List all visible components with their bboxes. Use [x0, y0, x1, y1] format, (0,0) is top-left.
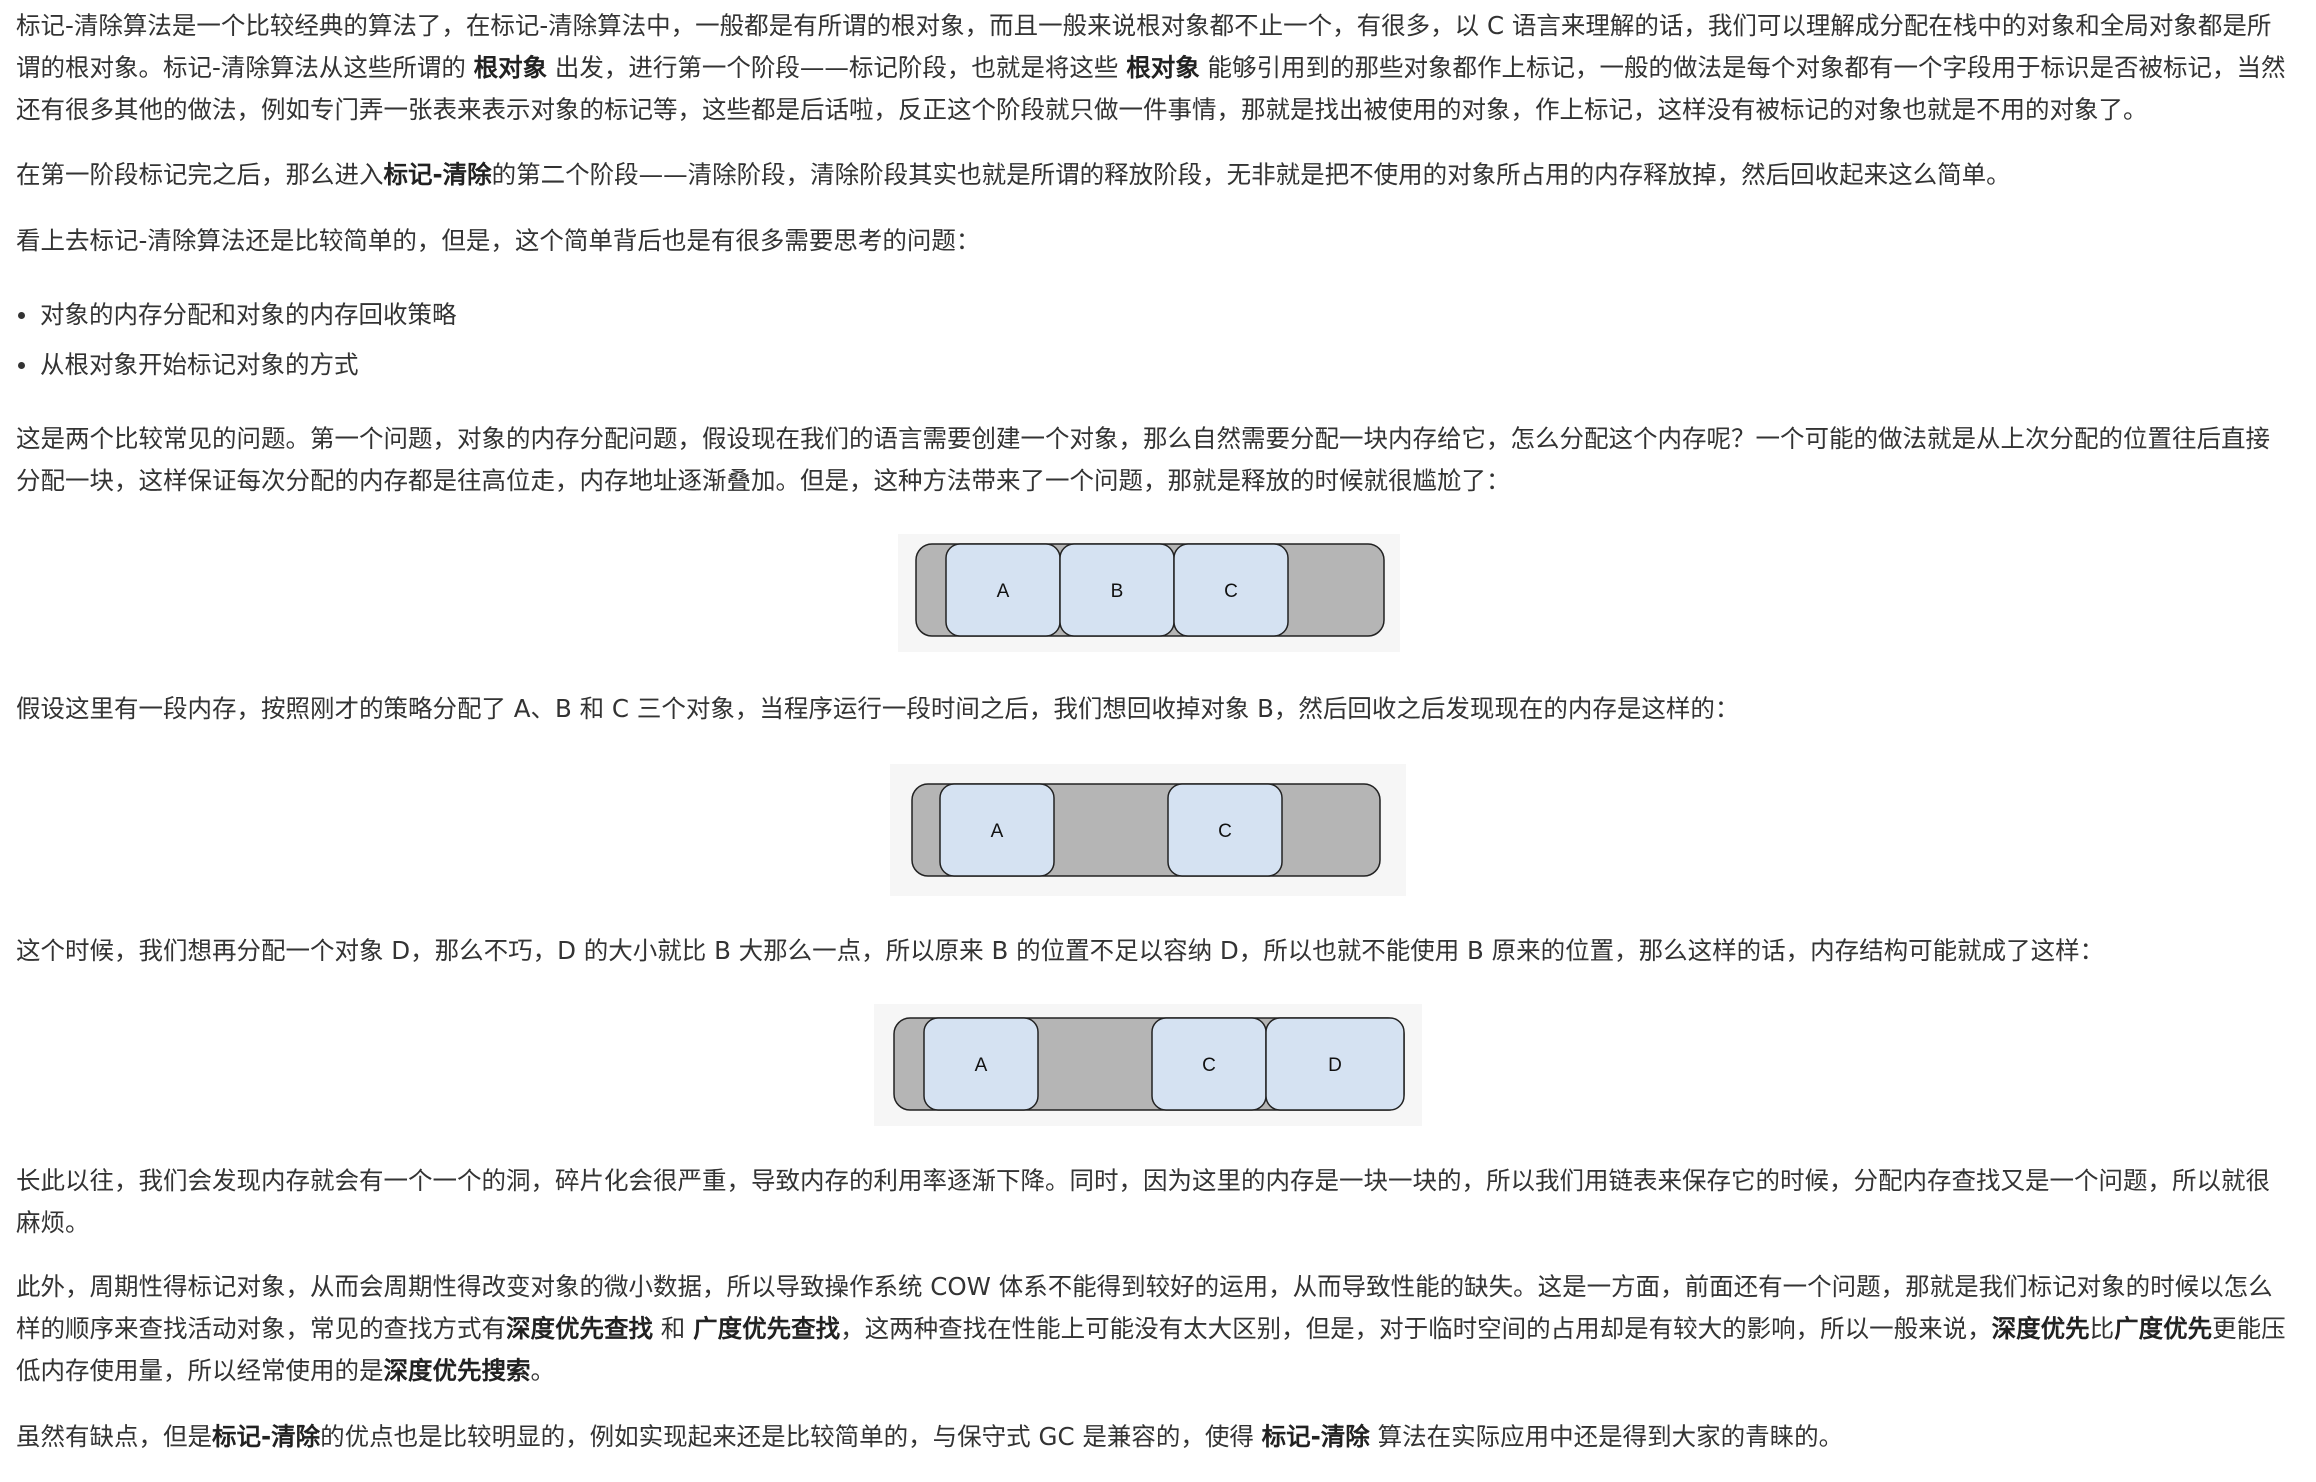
article: 标记-清除算法是一个比较经典的算法了，在标记-清除算法中，一般都是有所谓的根对象… — [0, 0, 2316, 1482]
problem-list: 对象的内存分配和对象的内存回收策略 从根对象开始标记对象的方式 — [16, 294, 2286, 394]
text-run: 的第二个阶段——清除阶段，清除阶段其实也就是所谓的释放阶段，无非就是把不使用的对… — [491, 160, 2011, 189]
memory-block-label: C — [1218, 821, 1232, 842]
memory-block-label: C — [1202, 1055, 1216, 1076]
bold-term: 深度优先查找 — [506, 1314, 653, 1343]
list-item: 对象的内存分配和对象的内存回收策略 — [16, 294, 2286, 344]
paragraph-fragmentation: 长此以往，我们会发现内存就会有一个一个的洞，碎片化会很严重，导致内存的利用率逐渐… — [16, 1166, 2270, 1237]
paragraph-sweep-phase: 在第一阶段标记完之后，那么进入标记-清除的第二个阶段——清除阶段，清除阶段其实也… — [16, 154, 2286, 196]
text-run: 在第一阶段标记完之后，那么进入 — [16, 160, 384, 189]
paragraph-allocation: 这是两个比较常见的问题。第一个问题，对象的内存分配问题，假设现在我们的语言需要创… — [16, 424, 2270, 495]
paragraph-allocate-d: 这个时候，我们想再分配一个对象 D，那么不巧，D 的大小就比 B 大那么一点，所… — [16, 936, 2105, 965]
memory-figure-abc: A B C — [0, 530, 2316, 660]
paragraph-mark-phase: 标记-清除算法是一个比较经典的算法了，在标记-清除算法中，一般都是有所谓的根对象… — [16, 5, 2286, 131]
bold-term: 根对象 — [473, 53, 548, 82]
bold-term: 根对象 — [1126, 53, 1200, 82]
text-run: 的优点也是比较明显的，例如实现起来还是比较简单的，与保守式 GC 是兼容的，使得 — [320, 1422, 1262, 1451]
bold-term: 标记-清除 — [1261, 1422, 1370, 1451]
bold-term: 标记-清除 — [212, 1422, 321, 1451]
text-run: 比 — [2089, 1314, 2115, 1343]
memory-figure-ac: AC — [0, 762, 2316, 902]
paragraph-advantages: 虽然有缺点，但是标记-清除的优点也是比较明显的，例如实现起来还是比较简单的，与保… — [16, 1416, 2286, 1458]
text-run: 。 — [530, 1356, 556, 1385]
memory-block-label: A — [975, 1055, 988, 1076]
bold-term: 深度优先搜索 — [383, 1356, 531, 1385]
memory-block-label: C — [1224, 581, 1238, 602]
bold-term: 标记-清除 — [383, 160, 492, 189]
paragraph-questions-intro: 看上去标记-清除算法还是比较简单的，但是，这个简单背后也是有很多需要思考的问题： — [16, 226, 981, 255]
memory-diagram-acd: ACD — [874, 1004, 1422, 1126]
list-item: 从根对象开始标记对象的方式 — [16, 344, 2286, 394]
paragraph-cow-search: 此外，周期性得标记对象，从而会周期性得改变对象的微小数据，所以导致操作系统 CO… — [16, 1266, 2286, 1392]
bold-term: 广度优先 — [2114, 1314, 2213, 1343]
text-run: 和 — [653, 1314, 694, 1343]
memory-diagram-abc: A B C — [898, 534, 1400, 652]
paragraph-free-b: 假设这里有一段内存，按照刚才的策略分配了 A、B 和 C 三个对象，当程序运行一… — [16, 694, 1740, 723]
memory-figure-acd: ACD — [0, 1002, 2316, 1132]
text-run: 出发，进行第一个阶段——标记阶段，也就是将这些 — [547, 53, 1127, 82]
memory-block-label: B — [1111, 581, 1124, 602]
bold-term: 深度优先 — [1991, 1314, 2090, 1343]
text-run: ，这两种查找在性能上可能没有太大区别，但是，对于临时空间的占用却是有较大的影响，… — [840, 1314, 1992, 1343]
memory-diagram-ac: AC — [890, 764, 1406, 896]
memory-block-label: A — [991, 821, 1004, 842]
text-run: 算法在实际应用中还是得到大家的青睐的。 — [1369, 1422, 1844, 1451]
memory-block-label: A — [997, 581, 1010, 602]
text-run: 虽然有缺点，但是 — [16, 1422, 212, 1451]
bold-term: 广度优先查找 — [693, 1314, 841, 1343]
memory-block-label: D — [1328, 1055, 1342, 1076]
